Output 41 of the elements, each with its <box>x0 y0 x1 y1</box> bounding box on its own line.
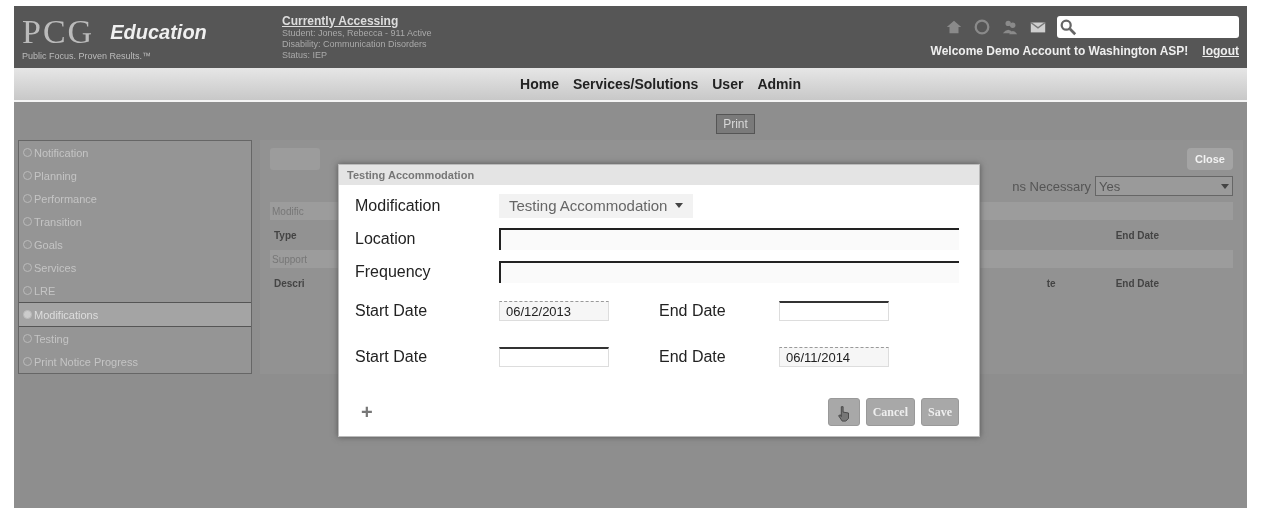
add-icon[interactable]: + <box>361 400 373 424</box>
close-button[interactable]: Close <box>1187 148 1233 170</box>
dialog-button[interactable]: Cancel <box>865 398 915 426</box>
date-field[interactable]: 06/11/2014 <box>779 347 889 367</box>
tagline: Public Focus. Proven Results.™ <box>22 51 153 61</box>
field-label: End Date <box>659 302 727 320</box>
column-header: Type <box>274 229 297 241</box>
welcome-text: Welcome Demo Account to Washington ASP! <box>930 44 1189 58</box>
column-header: Descri <box>274 277 305 289</box>
search-field[interactable] <box>1057 16 1239 38</box>
date-field[interactable] <box>499 347 609 367</box>
nav-link[interactable]: Services/Solutions <box>572 76 699 92</box>
date-field[interactable] <box>779 301 889 321</box>
input-field[interactable] <box>499 260 959 283</box>
student-info: Status: IEP <box>282 49 329 61</box>
dialog-button[interactable]: Save <box>921 398 959 426</box>
date-field[interactable]: 06/12/2013 <box>499 301 609 321</box>
nav-link[interactable]: Home <box>520 76 559 92</box>
search-icon <box>1059 18 1077 36</box>
field-label: Start Date <box>355 302 429 320</box>
tab[interactable]: Print <box>716 114 755 134</box>
student-info: Disability: Communication Disorders <box>282 38 428 50</box>
logout-link[interactable]: logout <box>1202 44 1239 58</box>
modification-select[interactable]: Testing Accommodation <box>499 193 694 218</box>
brand-name: Education <box>110 20 207 44</box>
accessing-link[interactable]: Currently Accessing <box>282 13 432 28</box>
column-header: te <box>1046 277 1056 289</box>
field-label: End Date <box>659 348 727 366</box>
nav-link[interactable]: Admin <box>757 76 801 92</box>
field-label: Start Date <box>355 348 429 366</box>
sidebar-item[interactable]: Modifications <box>19 302 251 327</box>
field-label: Location <box>355 229 417 248</box>
action-button[interactable] <box>827 398 860 426</box>
column-header: End Date <box>1115 229 1159 241</box>
column-header: End Date <box>1115 277 1159 289</box>
necessary-select[interactable]: Yes <box>1095 176 1233 196</box>
nav-link[interactable]: User <box>712 76 744 92</box>
logo: PCG <box>22 13 95 51</box>
input-field[interactable] <box>499 227 959 250</box>
dialog-title: Testing Accommodation <box>339 165 979 185</box>
student-info: Student: Jones, Rebecca - 911 Active <box>282 27 432 39</box>
